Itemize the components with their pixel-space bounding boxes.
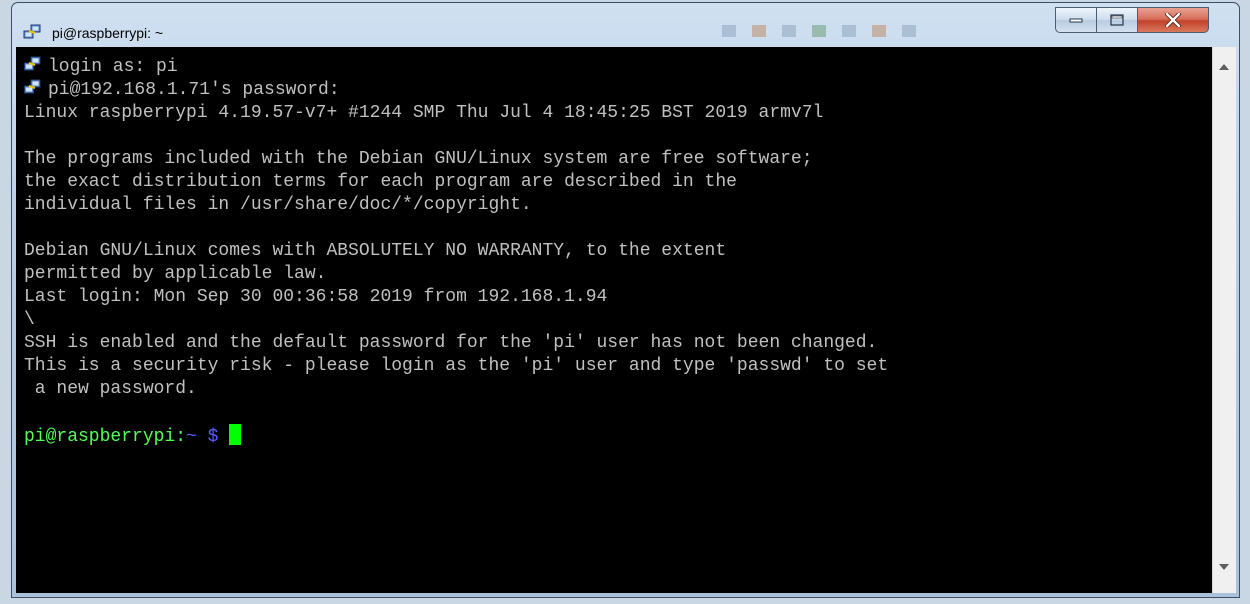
close-icon [1165, 13, 1181, 27]
shell-prompt-line[interactable]: pi@raspberrypi:~ $ [24, 424, 242, 447]
terminal-line: \ [24, 309, 35, 332]
text-cursor [229, 424, 242, 445]
scroll-up-button[interactable] [1218, 61, 1230, 73]
terminal-line-text: a new password. [24, 379, 197, 399]
terminal-line-text: SSH is enabled and the default password … [24, 333, 878, 353]
terminal-screen[interactable]: login as: pi pi@192.168.1.71's password: L… [16, 47, 1212, 593]
putty-session-icon [24, 79, 41, 96]
terminal-line: individual files in /usr/share/doc/*/cop… [24, 194, 532, 217]
terminal-line-text: login as: pi [48, 57, 178, 77]
terminal-line: Linux raspberrypi 4.19.57-v7+ #1244 SMP … [24, 102, 823, 125]
maximize-icon [1110, 14, 1124, 26]
aero-glass-background [722, 25, 916, 37]
terminal-line-text: individual files in /usr/share/doc/*/cop… [24, 195, 532, 215]
maximize-button[interactable] [1096, 7, 1138, 33]
arrow-up-icon [1219, 64, 1229, 70]
arrow-down-icon [1219, 564, 1229, 570]
title-bar[interactable]: pi@raspberrypi: ~ [12, 3, 1239, 47]
terminal-line-text: \ [24, 310, 35, 330]
terminal-line: SSH is enabled and the default password … [24, 332, 877, 355]
terminal-line-text: Linux raspberrypi 4.19.57-v7+ #1244 SMP … [24, 103, 824, 123]
terminal-line: The programs included with the Debian GN… [24, 148, 813, 171]
prompt-spacer [218, 427, 229, 447]
terminal-line: Debian GNU/Linux comes with ABSOLUTELY N… [24, 240, 726, 263]
prompt-path: ~ [186, 427, 197, 447]
minimize-button[interactable] [1055, 7, 1097, 33]
terminal-line-text: This is a security risk - please login a… [24, 356, 889, 376]
terminal-line-text: permitted by applicable law. [24, 264, 327, 284]
prompt-symbol: $ [207, 427, 219, 447]
close-button[interactable] [1137, 7, 1209, 33]
terminal-line: This is a security risk - please login a… [24, 355, 888, 378]
putty-window: pi@raspberrypi: ~ login as: pi pi@192.16… [11, 2, 1240, 598]
minimize-icon [1069, 18, 1083, 23]
putty-session-icon [24, 56, 41, 73]
terminal-line-text: pi@192.168.1.71's password: [48, 80, 340, 100]
terminal-line: Last login: Mon Sep 30 00:36:58 2019 fro… [24, 286, 607, 309]
putty-app-icon[interactable] [23, 23, 41, 41]
prompt-spacer [197, 427, 208, 447]
terminal-line-text: Debian GNU/Linux comes with ABSOLUTELY N… [24, 241, 727, 261]
terminal-line: login as: pi [24, 56, 178, 79]
terminal-line-text: The programs included with the Debian GN… [24, 149, 813, 169]
terminal-line: the exact distribution terms for each pr… [24, 171, 737, 194]
scroll-down-button[interactable] [1218, 561, 1230, 573]
window-title: pi@raspberrypi: ~ [52, 25, 164, 41]
prompt-user-host: pi@raspberrypi: [24, 427, 187, 447]
vertical-scrollbar[interactable] [1212, 47, 1236, 593]
terminal-line-text: Last login: Mon Sep 30 00:36:58 2019 fro… [24, 287, 608, 307]
terminal-line-text: the exact distribution terms for each pr… [24, 172, 737, 192]
terminal-line: a new password. [24, 378, 197, 401]
terminal-line: pi@192.168.1.71's password: [24, 79, 340, 102]
terminal-line: permitted by applicable law. [24, 263, 326, 286]
